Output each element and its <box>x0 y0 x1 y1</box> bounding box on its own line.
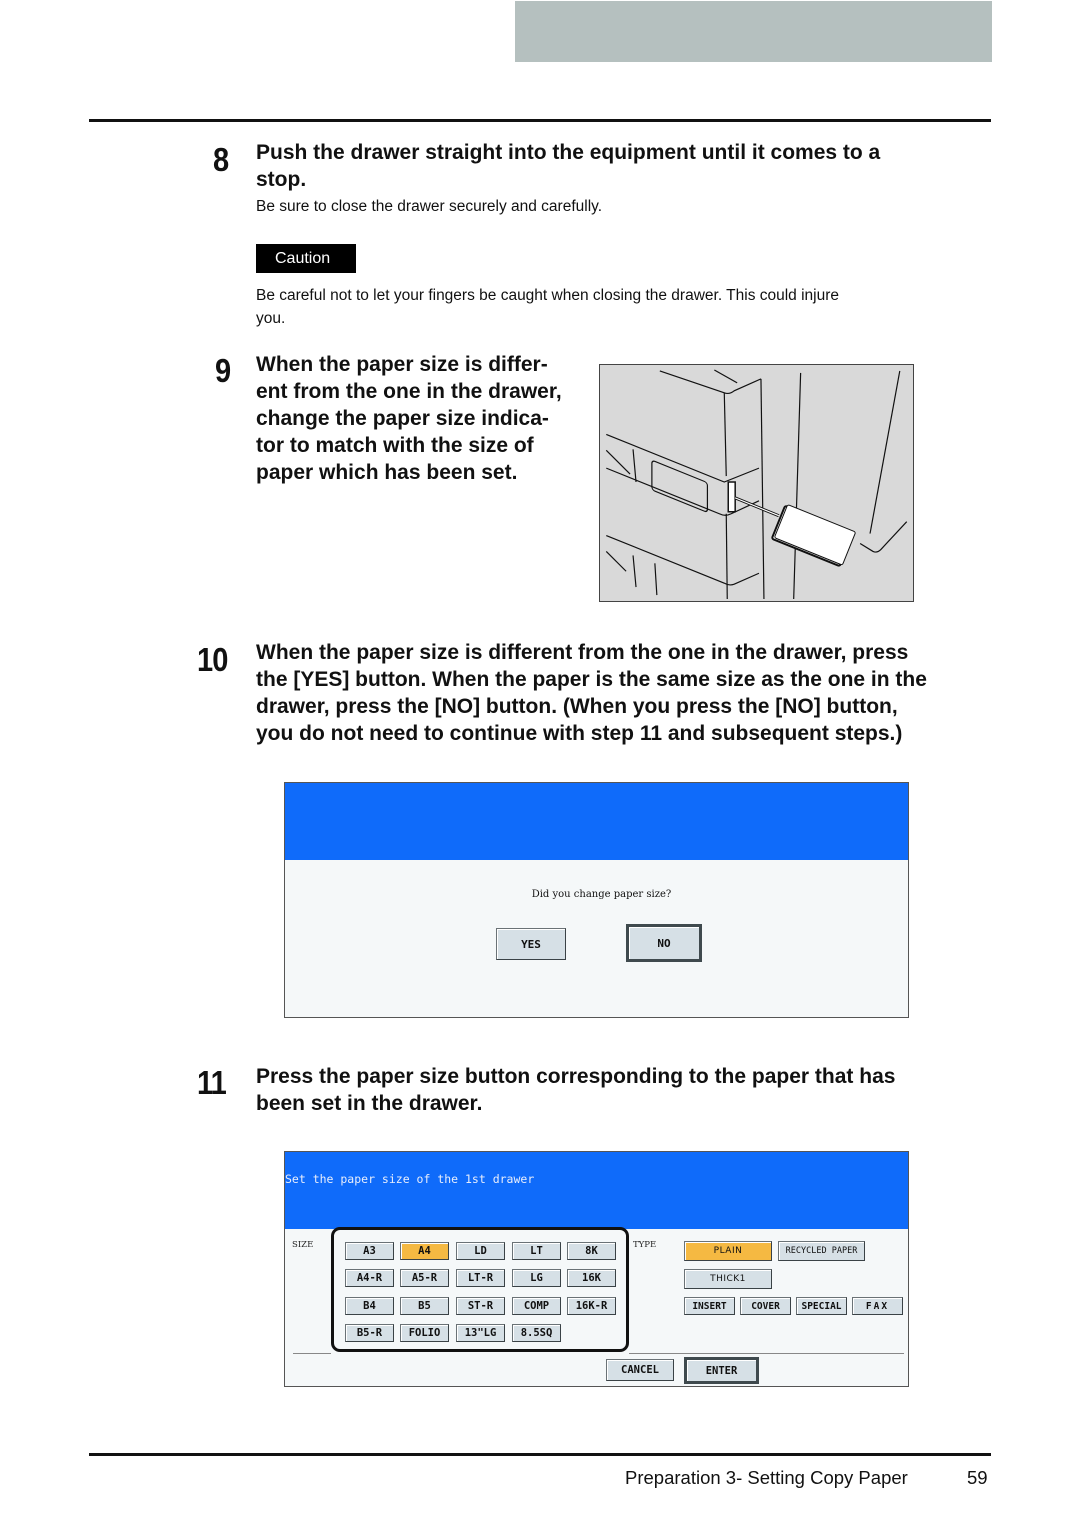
separator-line <box>629 1353 904 1354</box>
size-button[interactable]: LT <box>512 1242 561 1260</box>
step-11-heading-line: Press the paper size button correspondin… <box>256 1065 896 1088</box>
size-button[interactable]: LT-R <box>456 1269 505 1287</box>
enter-button[interactable]: ENTER <box>684 1357 759 1384</box>
size-button[interactable]: 8.5SQ <box>512 1324 561 1342</box>
dialog-message: Did you change paper size? <box>531 889 672 900</box>
size-button[interactable]: A5-R <box>400 1269 449 1287</box>
step-10-number: 10 <box>197 641 228 678</box>
size-button[interactable]: B4 <box>345 1297 394 1315</box>
size-button[interactable]: A4-R <box>345 1269 394 1287</box>
cancel-button[interactable]: CANCEL <box>606 1359 674 1381</box>
yes-button[interactable]: YES <box>496 928 566 960</box>
step-9-heading-line: paper which has been set. <box>256 461 518 484</box>
step-9-heading-line: When the paper size is differ- <box>256 353 548 376</box>
paper-size-indicator-illustration <box>605 369 908 600</box>
step-10-heading-line: you do not need to continue with step 11… <box>256 722 903 745</box>
step-8-heading-line-1: Push the drawer straight into the equipm… <box>256 141 881 164</box>
step-11-heading-line: been set in the drawer. <box>256 1092 483 1115</box>
separator-line <box>293 1353 331 1354</box>
type-insert-button[interactable]: INSERT <box>684 1297 735 1315</box>
step-10-heading-line: the [YES] button. When the paper is the … <box>256 668 927 691</box>
type-recycled-paper-button[interactable]: RECYCLED PAPER <box>778 1241 865 1261</box>
step-10-heading-line: When the paper size is different from th… <box>256 641 909 664</box>
step-9-number: 9 <box>215 352 231 389</box>
page-number: 59 <box>967 1467 988 1488</box>
type-plain-button[interactable]: PLAIN <box>684 1241 772 1261</box>
chapter-header-tab <box>515 1 992 62</box>
size-button[interactable]: 16K-R <box>567 1297 616 1315</box>
top-rule <box>89 119 991 122</box>
dialog-header-bar <box>285 1152 908 1229</box>
bottom-rule <box>89 1453 991 1456</box>
no-button[interactable]: NO <box>626 924 702 962</box>
step-9-heading-line: ent from the one in the drawer, <box>256 380 562 403</box>
step-9-heading-line: change the paper size indica- <box>256 407 549 430</box>
type-special-button[interactable]: SPECIAL <box>796 1297 847 1315</box>
footer-section-title: Preparation 3- Setting Copy Paper <box>625 1467 908 1488</box>
size-button[interactable]: 16K <box>567 1269 616 1287</box>
step-8-heading-line-2: stop. <box>256 168 307 191</box>
step-8-number: 8 <box>213 141 229 178</box>
type-fax-button[interactable]: FAX <box>852 1297 903 1315</box>
size-button[interactable]: COMP <box>512 1297 561 1315</box>
drawer-illustration <box>599 364 914 602</box>
dialog-header-bar <box>285 783 908 860</box>
size-button[interactable]: 13"LG <box>456 1324 505 1342</box>
size-label: SIZE <box>292 1240 314 1250</box>
size-button[interactable]: LD <box>456 1242 505 1260</box>
size-button[interactable]: FOLIO <box>400 1324 449 1342</box>
type-thick1-button[interactable]: THICK1 <box>684 1269 772 1289</box>
size-button[interactable]: ST-R <box>456 1297 505 1315</box>
caution-badge: Caution <box>256 244 356 273</box>
size-button[interactable]: A4 <box>400 1242 449 1260</box>
step-10-heading-line: drawer, press the [NO] button. (When you… <box>256 695 898 718</box>
size-button[interactable]: LG <box>512 1269 561 1287</box>
change-paper-size-dialog: Did you change paper size? YES NO <box>284 782 909 1018</box>
size-button[interactable]: B5-R <box>345 1324 394 1342</box>
step-8-body: Be sure to close the drawer securely and… <box>256 198 603 215</box>
type-label: TYPE <box>633 1240 657 1250</box>
paper-size-setting-dialog: Set the paper size of the 1st drawer SIZ… <box>284 1151 909 1387</box>
type-cover-button[interactable]: COVER <box>740 1297 791 1315</box>
size-button[interactable]: B5 <box>400 1297 449 1315</box>
caution-text-line-1: Be careful not to let your fingers be ca… <box>256 287 840 304</box>
dialog-title: Set the paper size of the 1st drawer <box>285 1172 535 1186</box>
size-button[interactable]: 8K <box>567 1242 616 1260</box>
size-button[interactable]: A3 <box>345 1242 394 1260</box>
step-9-heading-line: tor to match with the size of <box>256 434 534 457</box>
caution-text-line-2: you. <box>256 310 286 327</box>
step-11-number: 11 <box>197 1064 227 1101</box>
